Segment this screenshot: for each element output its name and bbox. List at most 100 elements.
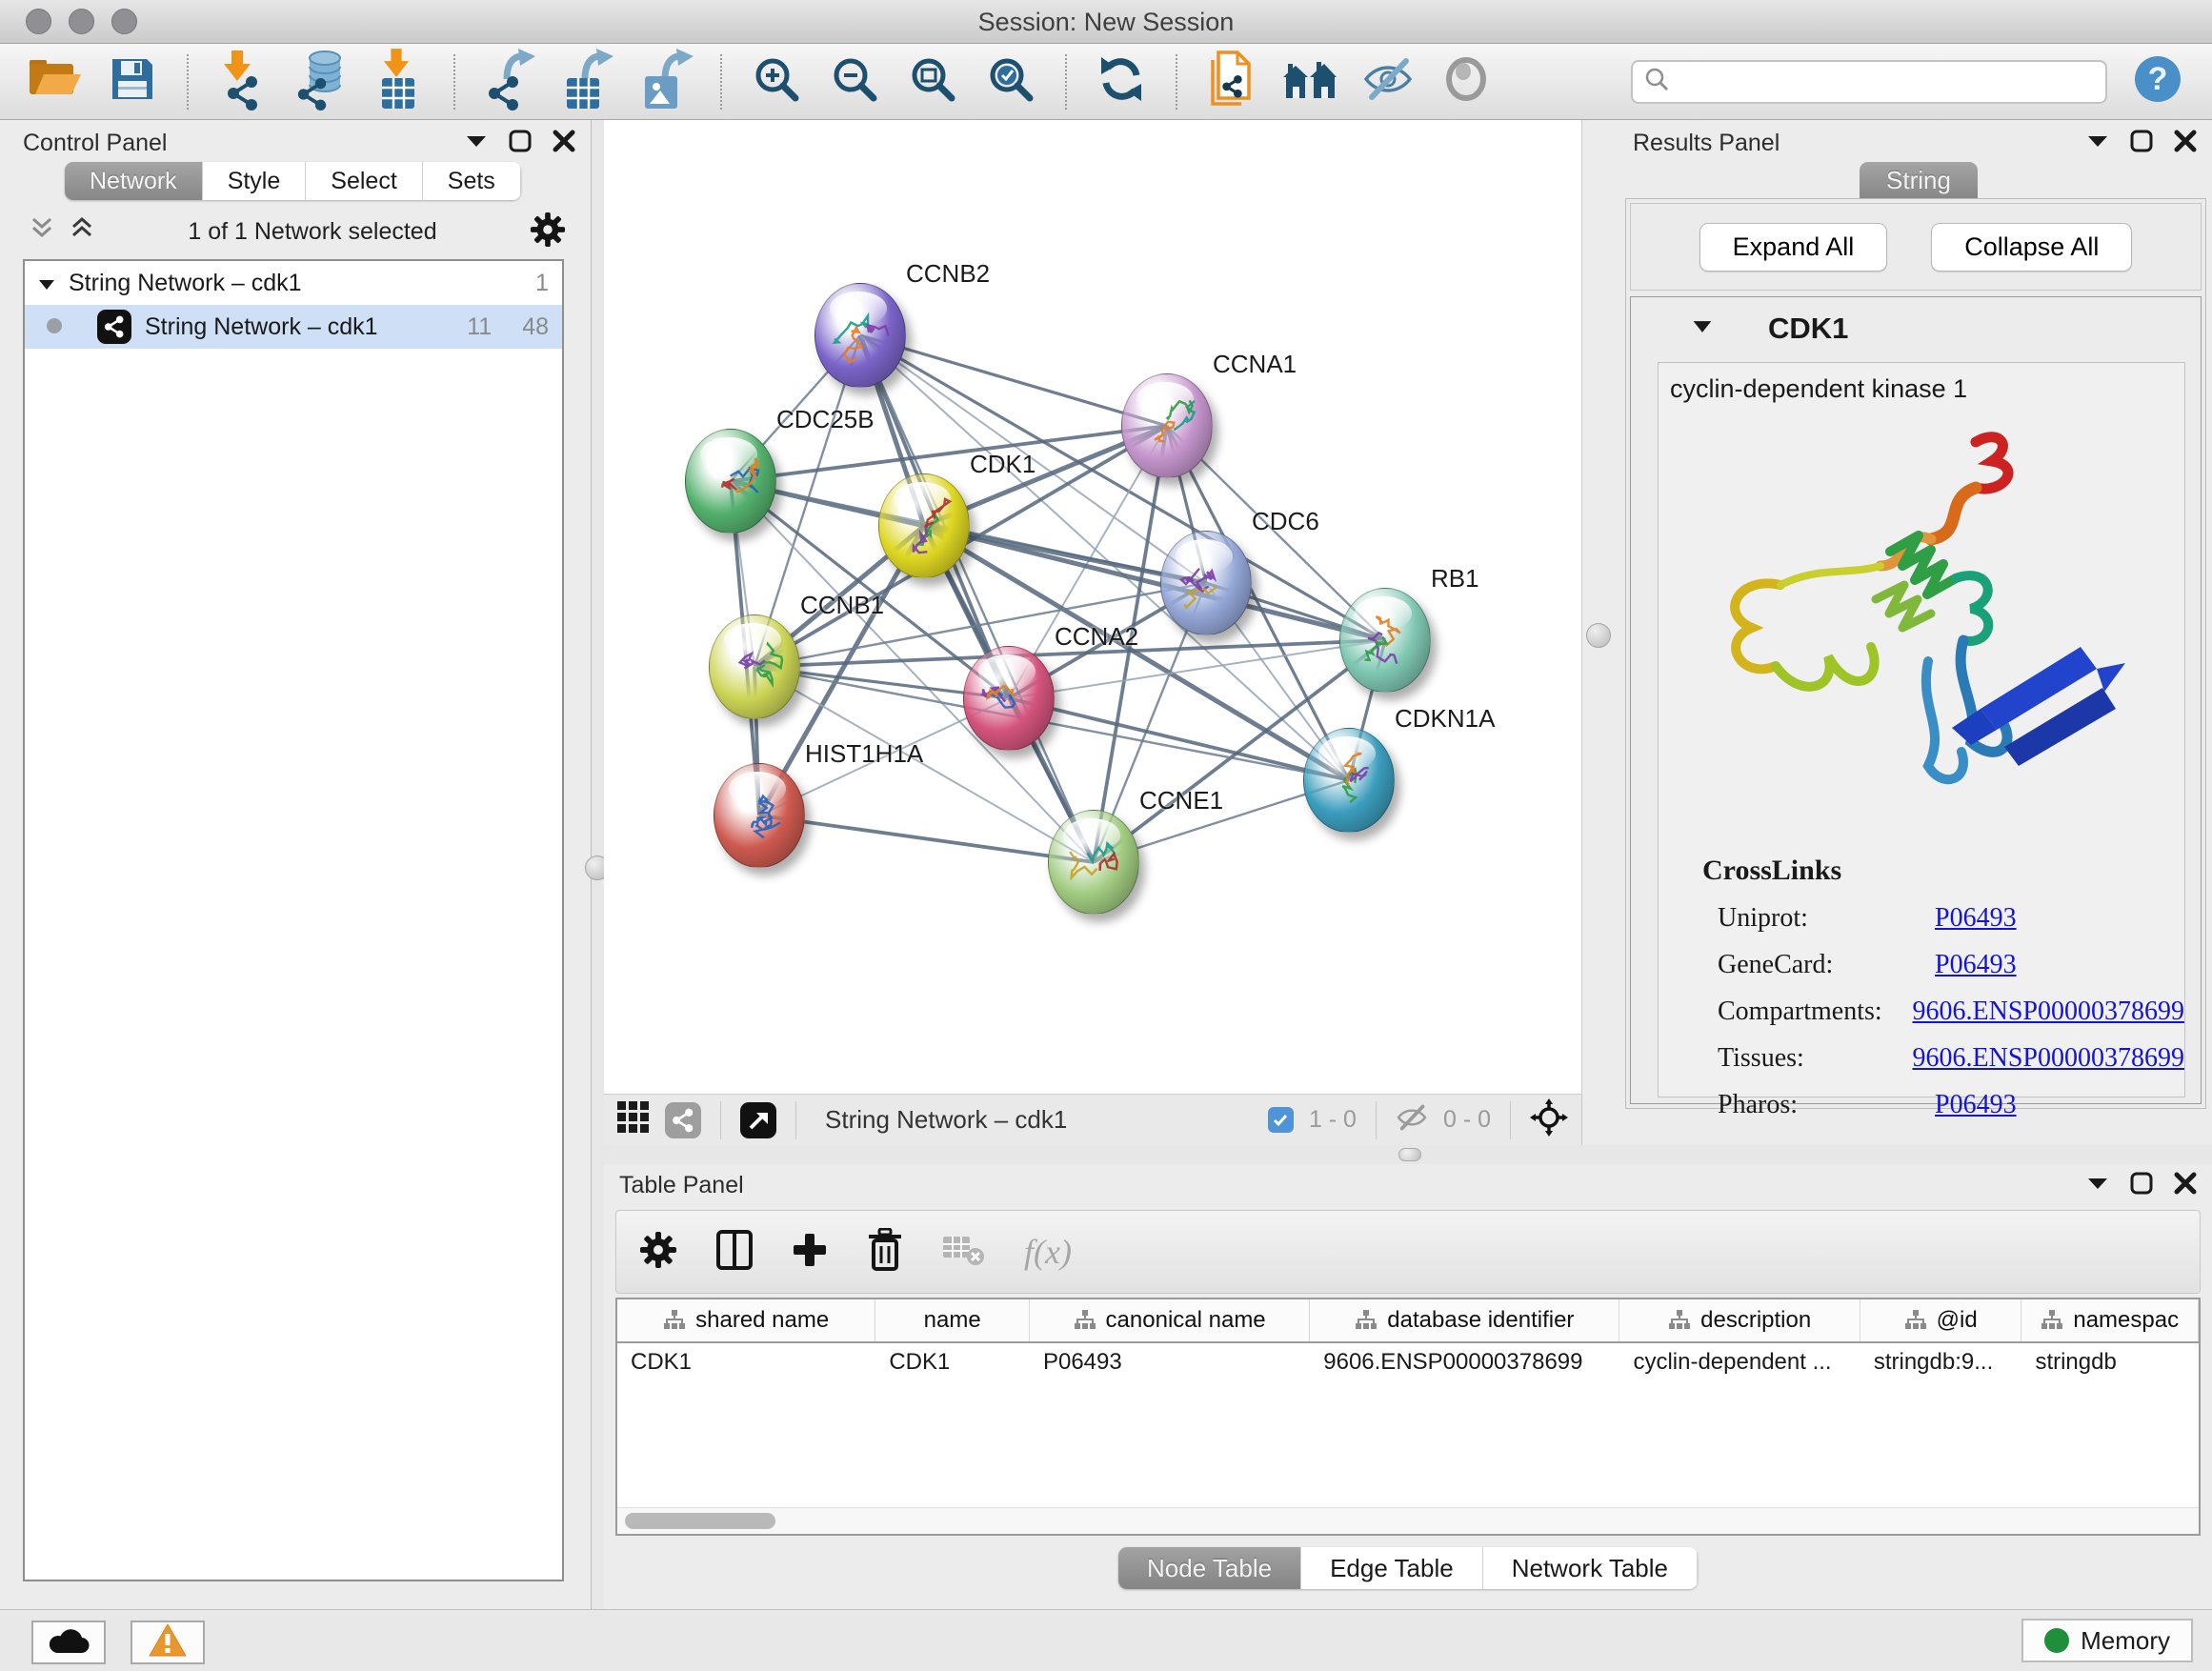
detach-view-icon[interactable] (740, 1102, 776, 1138)
network-node-CCNB2[interactable] (814, 283, 906, 388)
import-network-from-database-button[interactable] (293, 52, 349, 111)
table-cell[interactable]: stringdb:9... (1860, 1343, 2022, 1383)
panel-menu-icon[interactable] (2086, 134, 2109, 152)
network-node-CCNA2[interactable] (963, 646, 1055, 751)
table-options-gear-icon[interactable] (639, 1231, 677, 1274)
string-import-button[interactable] (1204, 52, 1259, 111)
expander-triangle-icon[interactable] (38, 270, 55, 297)
zoom-out-button[interactable] (827, 52, 882, 111)
zoom-in-button[interactable] (749, 52, 804, 111)
column-header-shared-name[interactable]: shared name (617, 1299, 875, 1341)
table-cell[interactable]: 9606.ENSP00000378699 (1310, 1343, 1619, 1383)
network-node-HIST1H1A[interactable] (714, 763, 805, 868)
left-splitter[interactable] (592, 120, 604, 1609)
delete-column-trash-icon[interactable] (866, 1228, 904, 1277)
tab-edge-table[interactable]: Edge Table (1301, 1547, 1483, 1589)
table-cell[interactable]: stringdb (2021, 1343, 2199, 1383)
collapse-all-button[interactable]: Collapse All (1931, 223, 2132, 272)
import-table-from-file-button[interactable] (372, 52, 427, 111)
table-cell[interactable]: cyclin-dependent ... (1619, 1343, 1860, 1383)
panel-float-icon[interactable] (509, 130, 532, 157)
network-row[interactable]: String Network – cdk1 11 48 (25, 305, 562, 349)
tab-string[interactable]: String (1860, 162, 1978, 198)
network-node-CDC6[interactable] (1160, 531, 1252, 635)
add-column-icon[interactable] (792, 1232, 828, 1273)
tab-select[interactable]: Select (306, 162, 422, 200)
column-header-name[interactable]: name (875, 1299, 1030, 1341)
panel-close-icon[interactable] (2174, 1172, 2197, 1199)
network-node-CDKN1A[interactable] (1303, 728, 1395, 833)
tab-network-table[interactable]: Network Table (1483, 1547, 1698, 1589)
expand-all-button[interactable]: Expand All (1699, 223, 1888, 272)
panel-menu-icon[interactable] (465, 134, 488, 152)
collapse-all-networks-icon[interactable] (29, 215, 55, 249)
import-network-from-file-button[interactable] (215, 52, 271, 111)
tissues-link[interactable]: 9606.ENSP00000378699 (1913, 1043, 2184, 1074)
export-network-button[interactable] (482, 52, 537, 111)
table-cell[interactable]: CDK1 (875, 1343, 1030, 1383)
open-session-button[interactable] (27, 52, 82, 111)
tab-node-table[interactable]: Node Table (1118, 1547, 1301, 1589)
tab-network[interactable]: Network (65, 162, 203, 200)
hidden-eye-slash-icon[interactable] (1396, 1104, 1428, 1136)
network-node-CCNA1[interactable] (1121, 373, 1213, 478)
results-splitter[interactable] (1581, 120, 1619, 1145)
tab-sets[interactable]: Sets (423, 162, 521, 200)
network-node-CCNE1[interactable] (1048, 810, 1139, 915)
splitter-handle[interactable] (1586, 623, 1611, 648)
network-node-CDC25B[interactable] (685, 429, 776, 534)
panel-close-icon[interactable] (2174, 130, 2197, 157)
column-header-description[interactable]: description (1619, 1299, 1860, 1341)
table-cell[interactable]: P06493 (1030, 1343, 1310, 1383)
global-search-field[interactable] (1631, 60, 2107, 104)
protein-structure-image (1685, 423, 2184, 837)
birds-eye-view-icon[interactable] (1530, 1098, 1568, 1141)
column-header-database-identifier[interactable]: database identifier (1310, 1299, 1619, 1341)
table-cell[interactable]: CDK1 (617, 1343, 875, 1383)
table-row[interactable]: CDK1CDK1P064939606.ENSP00000378699cyclin… (617, 1343, 2199, 1383)
network-share-view-icon[interactable] (665, 1102, 701, 1138)
change-species-button[interactable] (1282, 52, 1337, 111)
show-columns-icon[interactable] (715, 1229, 754, 1276)
toggle-structure-images-button[interactable] (1360, 52, 1416, 111)
panel-float-icon[interactable] (2130, 1172, 2153, 1199)
panel-float-icon[interactable] (2130, 130, 2153, 157)
column-header-namespac[interactable]: namespac (2021, 1299, 2199, 1341)
memory-button[interactable]: Memory (2021, 1619, 2193, 1662)
table-horizontal-scrollbar[interactable] (617, 1507, 2199, 1534)
pharos-link[interactable]: P06493 (1935, 1090, 2017, 1120)
scrollbar-thumb[interactable] (625, 1513, 775, 1529)
network-node-CDK1[interactable] (878, 473, 970, 578)
table-splitter[interactable] (604, 1145, 2212, 1164)
search-input[interactable] (1677, 69, 2094, 95)
expand-all-networks-icon[interactable] (69, 215, 95, 249)
uniprot-link[interactable]: P06493 (1935, 903, 2017, 934)
tab-style[interactable]: Style (203, 162, 307, 200)
genecard-link[interactable]: P06493 (1935, 950, 2017, 980)
panel-menu-icon[interactable] (2086, 1177, 2109, 1195)
cloud-status-button[interactable] (31, 1621, 106, 1664)
compartments-link[interactable]: 9606.ENSP00000378699 (1913, 997, 2184, 1027)
splitter-handle[interactable] (1398, 1148, 1421, 1161)
section-expander-triangle-icon[interactable] (1692, 320, 1713, 338)
node-table[interactable]: shared namename canonical name database … (615, 1298, 2201, 1536)
network-node-CCNB1[interactable] (709, 614, 800, 719)
panel-close-icon[interactable] (553, 130, 575, 157)
help-button[interactable]: ? (2130, 52, 2185, 111)
grid-view-icon[interactable] (617, 1101, 650, 1138)
zoom-selected-button[interactable] (983, 52, 1038, 111)
column-header--id[interactable]: @id (1860, 1299, 2022, 1341)
save-session-button[interactable] (105, 52, 160, 111)
export-table-button[interactable] (560, 52, 615, 111)
export-image-button[interactable] (638, 52, 694, 111)
network-canvas[interactable]: CCNB2 CCNA1 CDC25B CDK1 CDC6 RB1 CCNB1 C… (604, 120, 1581, 1094)
warning-status-button[interactable] (131, 1621, 205, 1664)
network-options-gear-icon[interactable] (530, 211, 566, 252)
network-node-RB1[interactable] (1339, 588, 1431, 693)
zoom-fit-button[interactable] (905, 52, 960, 111)
column-header-canonical-name[interactable]: canonical name (1030, 1299, 1310, 1341)
refresh-view-button[interactable] (1094, 52, 1149, 111)
toggle-glass-ball-button[interactable] (1438, 52, 1494, 111)
selected-checkbox-icon[interactable] (1268, 1107, 1294, 1133)
network-collection-row[interactable]: String Network – cdk1 1 (25, 261, 562, 305)
